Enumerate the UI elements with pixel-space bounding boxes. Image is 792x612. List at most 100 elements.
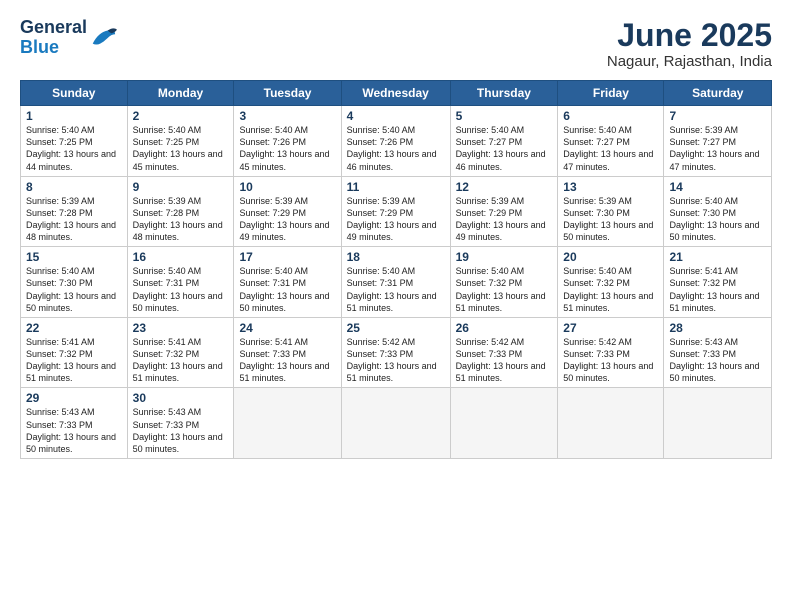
day-number: 11 [347, 180, 445, 194]
table-row: 19 Sunrise: 5:40 AMSunset: 7:32 PMDaylig… [450, 247, 558, 318]
day-number: 2 [133, 109, 229, 123]
day-info: Sunrise: 5:43 AMSunset: 7:33 PMDaylight:… [133, 407, 223, 453]
day-info: Sunrise: 5:40 AMSunset: 7:27 PMDaylight:… [563, 125, 653, 171]
table-row: 7 Sunrise: 5:39 AMSunset: 7:27 PMDayligh… [664, 106, 772, 177]
table-row [341, 388, 450, 459]
table-row: 8 Sunrise: 5:39 AMSunset: 7:28 PMDayligh… [21, 176, 128, 247]
table-row: 11 Sunrise: 5:39 AMSunset: 7:29 PMDaylig… [341, 176, 450, 247]
day-info: Sunrise: 5:39 AMSunset: 7:27 PMDaylight:… [669, 125, 759, 171]
table-row: 24 Sunrise: 5:41 AMSunset: 7:33 PMDaylig… [234, 317, 341, 388]
table-row: 25 Sunrise: 5:42 AMSunset: 7:33 PMDaylig… [341, 317, 450, 388]
calendar-row: 22 Sunrise: 5:41 AMSunset: 7:32 PMDaylig… [21, 317, 772, 388]
header: GeneralBlue June 2025 Nagaur, Rajasthan,… [20, 18, 772, 70]
title-block: June 2025 Nagaur, Rajasthan, India [607, 18, 772, 70]
calendar-row: 29 Sunrise: 5:43 AMSunset: 7:33 PMDaylig… [21, 388, 772, 459]
day-number: 22 [26, 321, 122, 335]
col-sunday: Sunday [21, 81, 128, 106]
day-number: 25 [347, 321, 445, 335]
day-number: 12 [456, 180, 553, 194]
col-thursday: Thursday [450, 81, 558, 106]
day-info: Sunrise: 5:41 AMSunset: 7:32 PMDaylight:… [669, 266, 759, 312]
table-row: 16 Sunrise: 5:40 AMSunset: 7:31 PMDaylig… [127, 247, 234, 318]
day-info: Sunrise: 5:40 AMSunset: 7:30 PMDaylight:… [669, 196, 759, 242]
table-row: 1 Sunrise: 5:40 AMSunset: 7:25 PMDayligh… [21, 106, 128, 177]
day-info: Sunrise: 5:42 AMSunset: 7:33 PMDaylight:… [347, 337, 437, 383]
calendar-row: 8 Sunrise: 5:39 AMSunset: 7:28 PMDayligh… [21, 176, 772, 247]
day-number: 5 [456, 109, 553, 123]
logo: GeneralBlue [20, 18, 117, 58]
day-info: Sunrise: 5:41 AMSunset: 7:33 PMDaylight:… [239, 337, 329, 383]
table-row: 28 Sunrise: 5:43 AMSunset: 7:33 PMDaylig… [664, 317, 772, 388]
subtitle: Nagaur, Rajasthan, India [607, 53, 772, 70]
logo-text: GeneralBlue [20, 18, 87, 58]
day-info: Sunrise: 5:43 AMSunset: 7:33 PMDaylight:… [26, 407, 116, 453]
table-row [664, 388, 772, 459]
day-number: 19 [456, 250, 553, 264]
day-info: Sunrise: 5:40 AMSunset: 7:32 PMDaylight:… [456, 266, 546, 312]
day-info: Sunrise: 5:40 AMSunset: 7:26 PMDaylight:… [347, 125, 437, 171]
table-row: 13 Sunrise: 5:39 AMSunset: 7:30 PMDaylig… [558, 176, 664, 247]
logo-bird-icon [89, 24, 117, 52]
table-row: 3 Sunrise: 5:40 AMSunset: 7:26 PMDayligh… [234, 106, 341, 177]
day-number: 6 [563, 109, 658, 123]
table-row [450, 388, 558, 459]
table-row: 12 Sunrise: 5:39 AMSunset: 7:29 PMDaylig… [450, 176, 558, 247]
table-row: 15 Sunrise: 5:40 AMSunset: 7:30 PMDaylig… [21, 247, 128, 318]
table-row: 18 Sunrise: 5:40 AMSunset: 7:31 PMDaylig… [341, 247, 450, 318]
day-number: 4 [347, 109, 445, 123]
main-title: June 2025 [607, 18, 772, 53]
table-row: 14 Sunrise: 5:40 AMSunset: 7:30 PMDaylig… [664, 176, 772, 247]
day-number: 9 [133, 180, 229, 194]
day-info: Sunrise: 5:40 AMSunset: 7:32 PMDaylight:… [563, 266, 653, 312]
logo-blue: Blue [20, 37, 59, 57]
day-info: Sunrise: 5:40 AMSunset: 7:31 PMDaylight:… [347, 266, 437, 312]
day-number: 7 [669, 109, 766, 123]
day-info: Sunrise: 5:41 AMSunset: 7:32 PMDaylight:… [26, 337, 116, 383]
day-info: Sunrise: 5:40 AMSunset: 7:31 PMDaylight:… [239, 266, 329, 312]
day-info: Sunrise: 5:39 AMSunset: 7:29 PMDaylight:… [456, 196, 546, 242]
day-number: 3 [239, 109, 335, 123]
col-tuesday: Tuesday [234, 81, 341, 106]
day-info: Sunrise: 5:42 AMSunset: 7:33 PMDaylight:… [456, 337, 546, 383]
table-row: 6 Sunrise: 5:40 AMSunset: 7:27 PMDayligh… [558, 106, 664, 177]
table-row: 27 Sunrise: 5:42 AMSunset: 7:33 PMDaylig… [558, 317, 664, 388]
day-number: 23 [133, 321, 229, 335]
table-row: 26 Sunrise: 5:42 AMSunset: 7:33 PMDaylig… [450, 317, 558, 388]
day-number: 28 [669, 321, 766, 335]
day-number: 10 [239, 180, 335, 194]
day-number: 21 [669, 250, 766, 264]
table-row: 23 Sunrise: 5:41 AMSunset: 7:32 PMDaylig… [127, 317, 234, 388]
day-number: 17 [239, 250, 335, 264]
table-row: 30 Sunrise: 5:43 AMSunset: 7:33 PMDaylig… [127, 388, 234, 459]
day-number: 16 [133, 250, 229, 264]
day-number: 24 [239, 321, 335, 335]
day-number: 18 [347, 250, 445, 264]
day-info: Sunrise: 5:40 AMSunset: 7:25 PMDaylight:… [133, 125, 223, 171]
calendar-row: 15 Sunrise: 5:40 AMSunset: 7:30 PMDaylig… [21, 247, 772, 318]
day-info: Sunrise: 5:43 AMSunset: 7:33 PMDaylight:… [669, 337, 759, 383]
day-info: Sunrise: 5:40 AMSunset: 7:25 PMDaylight:… [26, 125, 116, 171]
day-info: Sunrise: 5:39 AMSunset: 7:29 PMDaylight:… [347, 196, 437, 242]
table-row: 5 Sunrise: 5:40 AMSunset: 7:27 PMDayligh… [450, 106, 558, 177]
day-number: 14 [669, 180, 766, 194]
table-row: 9 Sunrise: 5:39 AMSunset: 7:28 PMDayligh… [127, 176, 234, 247]
table-row: 21 Sunrise: 5:41 AMSunset: 7:32 PMDaylig… [664, 247, 772, 318]
page: GeneralBlue June 2025 Nagaur, Rajasthan,… [0, 0, 792, 612]
day-info: Sunrise: 5:39 AMSunset: 7:28 PMDaylight:… [133, 196, 223, 242]
day-number: 15 [26, 250, 122, 264]
day-info: Sunrise: 5:40 AMSunset: 7:26 PMDaylight:… [239, 125, 329, 171]
calendar-table: Sunday Monday Tuesday Wednesday Thursday… [20, 80, 772, 459]
col-friday: Friday [558, 81, 664, 106]
col-wednesday: Wednesday [341, 81, 450, 106]
calendar-row: 1 Sunrise: 5:40 AMSunset: 7:25 PMDayligh… [21, 106, 772, 177]
table-row [558, 388, 664, 459]
day-number: 27 [563, 321, 658, 335]
day-number: 30 [133, 391, 229, 405]
day-number: 29 [26, 391, 122, 405]
day-info: Sunrise: 5:40 AMSunset: 7:30 PMDaylight:… [26, 266, 116, 312]
table-row: 4 Sunrise: 5:40 AMSunset: 7:26 PMDayligh… [341, 106, 450, 177]
day-info: Sunrise: 5:39 AMSunset: 7:30 PMDaylight:… [563, 196, 653, 242]
col-monday: Monday [127, 81, 234, 106]
table-row [234, 388, 341, 459]
table-row: 20 Sunrise: 5:40 AMSunset: 7:32 PMDaylig… [558, 247, 664, 318]
